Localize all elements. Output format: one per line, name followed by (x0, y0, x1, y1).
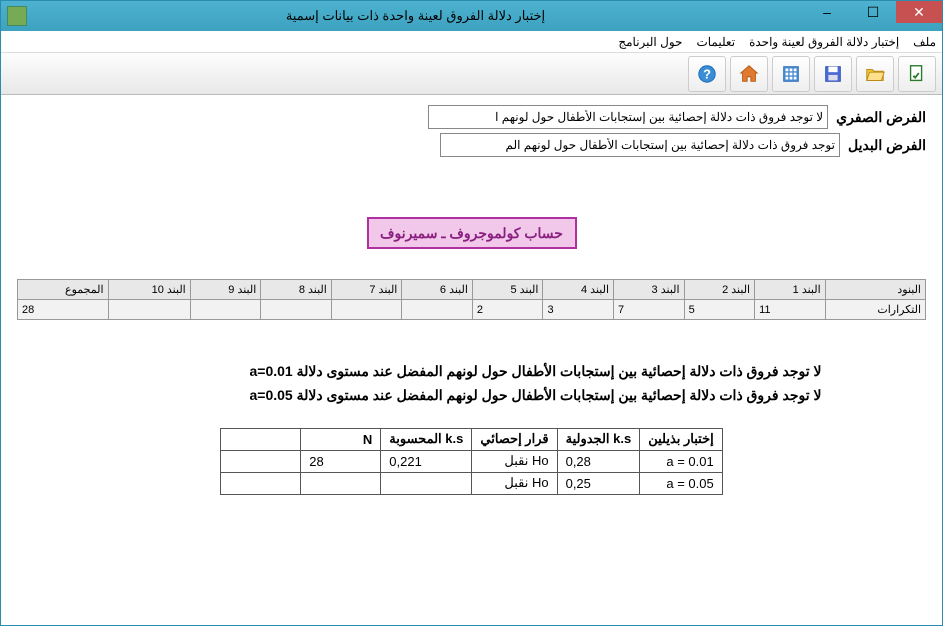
result-cell: 28 (301, 450, 381, 472)
menubar: ملف إختبار دلالة الفروق لعينة واحدة تعلي… (1, 31, 942, 53)
result-cell: 0,221 (381, 450, 472, 472)
refresh-doc-icon[interactable] (898, 56, 936, 92)
window-title: إختبار دلالة الفروق لعينة واحدة ذات بيان… (27, 8, 804, 24)
data-grid[interactable]: البنود البند 1 البند 2 البند 3 البند 4 ا… (17, 279, 926, 320)
toolbar: ? (1, 53, 942, 95)
menu-test[interactable]: إختبار دلالة الفروق لعينة واحدة (749, 35, 899, 49)
result-cell: Ho نقبل (472, 472, 557, 494)
result-header: k.s الجدولية (557, 428, 640, 450)
result-cell (381, 472, 472, 494)
folder-open-icon[interactable] (856, 56, 894, 92)
grid-cell[interactable] (261, 300, 332, 320)
grid-header: المجموع (18, 280, 109, 300)
titlebar: إختبار دلالة الفروق لعينة واحدة ذات بيان… (1, 1, 942, 31)
results-table: إختبار بذيلين k.s الجدولية قرار إحصائي k… (220, 428, 722, 495)
home-icon[interactable] (730, 56, 768, 92)
app-window: إختبار دلالة الفروق لعينة واحدة ذات بيان… (0, 0, 943, 626)
grid-header: البند 5 (472, 280, 543, 300)
menu-about[interactable]: حول البرنامج (618, 35, 682, 49)
app-icon (7, 6, 27, 26)
keypad-icon[interactable] (772, 56, 810, 92)
result-cell: 0,28 (557, 450, 640, 472)
grid-header: البند 6 (402, 280, 473, 300)
minimize-button[interactable]: – (804, 1, 850, 23)
result-header: k.s المحسوبة (381, 428, 472, 450)
grid-row-label: التكرارات (825, 300, 925, 320)
summary-text: لا توجد فروق ذات دلالة إحصائية بين إستجا… (122, 360, 822, 408)
calculate-button[interactable]: حساب كولموجروف ـ سميرنوف (367, 217, 577, 249)
grid-header: البند 7 (331, 280, 402, 300)
grid-cell[interactable]: 3 (543, 300, 614, 320)
save-icon[interactable] (814, 56, 852, 92)
null-hypothesis-input[interactable] (428, 105, 828, 129)
summary-line: لا توجد فروق ذات دلالة إحصائية بين إستجا… (122, 384, 822, 408)
table-row: a = 0.01 0,28 Ho نقبل 0,221 28 (221, 450, 722, 472)
grid-cell[interactable] (108, 300, 190, 320)
grid-cell[interactable]: 28 (18, 300, 109, 320)
grid-header: البند 1 (755, 280, 826, 300)
help-icon[interactable]: ? (688, 56, 726, 92)
result-cell: a = 0.01 (640, 450, 723, 472)
result-cell (221, 450, 301, 472)
grid-cell[interactable]: 5 (684, 300, 755, 320)
grid-header: البند 8 (261, 280, 332, 300)
alt-hypothesis-label: الفرض البديل (848, 137, 926, 154)
summary-line: لا توجد فروق ذات دلالة إحصائية بين إستجا… (122, 360, 822, 384)
grid-header: البند 2 (684, 280, 755, 300)
result-cell: 0,25 (557, 472, 640, 494)
grid-header: البند 4 (543, 280, 614, 300)
close-button[interactable]: ✕ (896, 1, 942, 23)
grid-cell[interactable] (402, 300, 473, 320)
grid-cell[interactable]: 2 (472, 300, 543, 320)
result-cell: Ho نقبل (472, 450, 557, 472)
maximize-button[interactable]: ☐ (850, 1, 896, 23)
table-row: a = 0.05 0,25 Ho نقبل (221, 472, 722, 494)
result-cell (221, 472, 301, 494)
null-hypothesis-label: الفرض الصفري (836, 109, 926, 126)
result-header (221, 428, 301, 450)
svg-text:?: ? (703, 66, 711, 81)
grid-cell[interactable] (331, 300, 402, 320)
grid-header: البند 3 (614, 280, 685, 300)
result-header: إختبار بذيلين (640, 428, 723, 450)
result-cell (301, 472, 381, 494)
grid-header: البند 10 (108, 280, 190, 300)
grid-cell[interactable]: 7 (614, 300, 685, 320)
grid-header: البنود (825, 280, 925, 300)
menu-file[interactable]: ملف (913, 35, 936, 49)
result-cell: a = 0.05 (640, 472, 723, 494)
grid-cell[interactable] (190, 300, 261, 320)
alt-hypothesis-input[interactable] (440, 133, 840, 157)
grid-cell[interactable]: 11 (755, 300, 826, 320)
result-header: N (301, 428, 381, 450)
result-header: قرار إحصائي (472, 428, 557, 450)
content-area: الفرض الصفري الفرض البديل حساب كولموجروف… (1, 95, 942, 625)
grid-header: البند 9 (190, 280, 261, 300)
menu-help[interactable]: تعليمات (696, 35, 735, 49)
